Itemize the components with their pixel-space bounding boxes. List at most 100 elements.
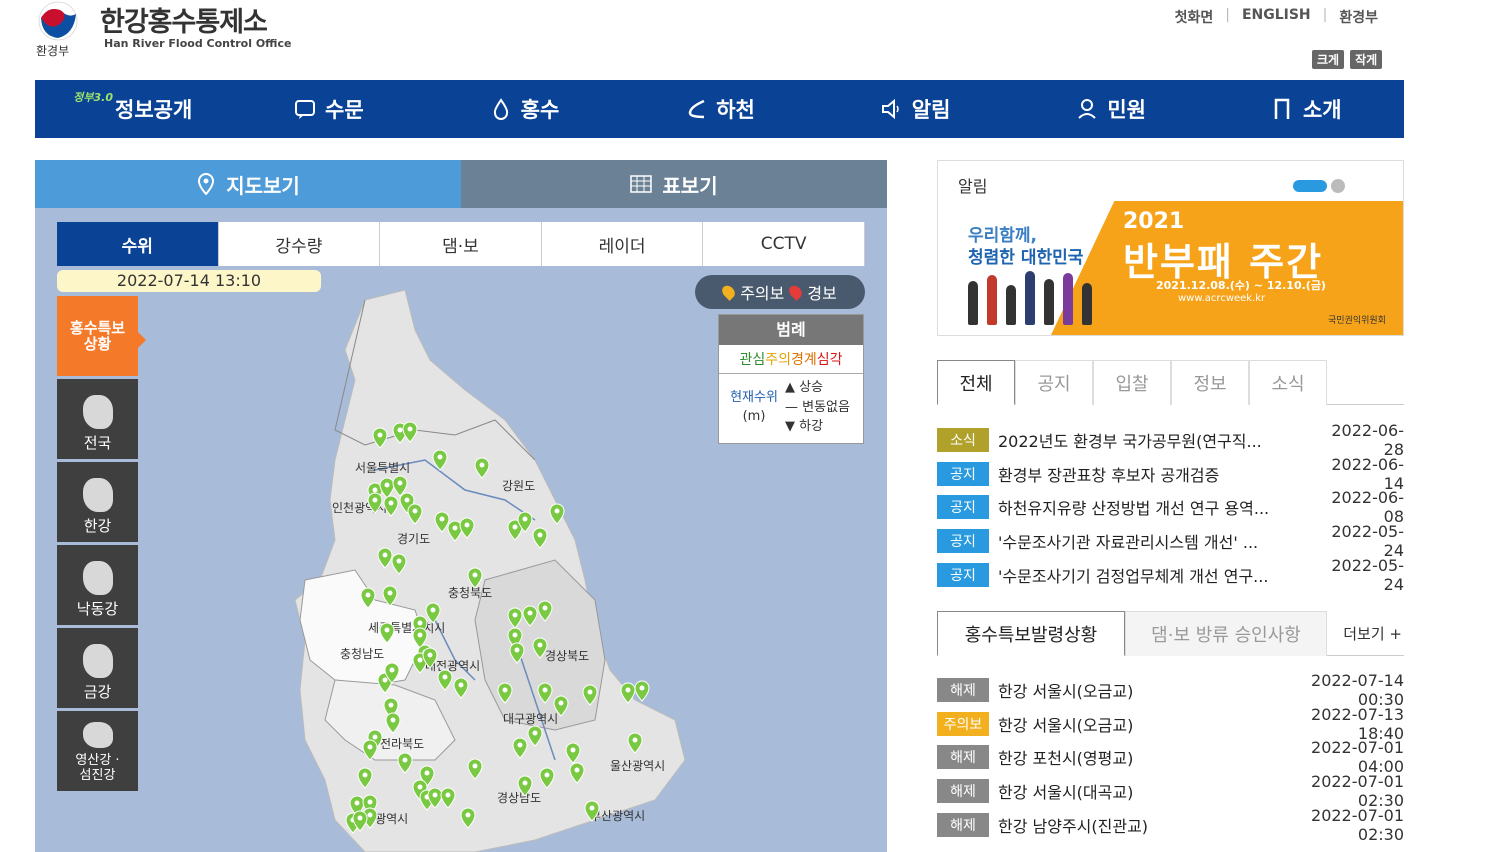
menu-yeongsan-river[interactable]: 영산강 · 섬진강: [57, 711, 138, 791]
station-marker-dot: [437, 454, 443, 460]
zoom-out-button[interactable]: 작게: [1350, 50, 1383, 69]
list-item[interactable]: 공지 하천유지유량 산정방법 개선 연구 용역... 2022-06-08: [937, 488, 1404, 526]
station-marker-dot: [439, 516, 445, 522]
item-title[interactable]: 한강 서울시(오금교): [998, 678, 1264, 702]
station-marker-dot: [367, 812, 373, 818]
item-date: 2022-07-01 02:30: [1311, 805, 1404, 844]
station-marker-dot: [465, 812, 471, 818]
nav-notice[interactable]: 알림: [817, 80, 1013, 138]
tab-info[interactable]: 정보: [1171, 360, 1249, 405]
zoom-in-button[interactable]: 크게: [1312, 50, 1345, 69]
tab-notice[interactable]: 공지: [1015, 360, 1093, 405]
tab-rainfall[interactable]: 강수량: [218, 222, 381, 266]
tab-news[interactable]: 소식: [1249, 360, 1327, 405]
list-item[interactable]: 해제 한강 서울시(오금교) 2022-07-14 00:30: [937, 671, 1404, 709]
tab-dam-release[interactable]: 댐·보 방류 승인사항: [1125, 611, 1327, 656]
item-title[interactable]: '수문조사기기 검정업무체계 개선 연구...: [998, 563, 1312, 587]
station-marker-dot: [365, 592, 371, 598]
station-marker-dot: [382, 552, 388, 558]
legend-current: 현재수위 (m): [723, 388, 785, 427]
legend-title: 범례: [719, 315, 863, 345]
list-item[interactable]: 해제 한강 남양주시(진관교) 2022-07-01 02:30: [937, 805, 1404, 844]
station-marker-dot: [390, 717, 396, 723]
region-label: 전라북도: [380, 737, 424, 751]
menu-han-river[interactable]: 한강: [57, 462, 138, 542]
station-marker-dot: [517, 742, 523, 748]
tab-bid[interactable]: 입찰: [1093, 360, 1171, 405]
item-title[interactable]: 하천유지유량 산정방법 개선 연구 용역...: [998, 495, 1312, 519]
list-item[interactable]: 소식 2022년도 환경부 국가공무원(연구직... 2022-06-28: [937, 420, 1404, 459]
region-label: 서울특별시: [355, 461, 410, 475]
current-level-label: 현재수위: [730, 389, 778, 405]
nav-civil[interactable]: 민원: [1013, 80, 1209, 138]
station-marker-dot: [396, 558, 402, 564]
station-marker-dot: [502, 687, 508, 693]
list-item[interactable]: 공지 '수문조사기관 자료관리시스템 개선' ... 2022-05-24: [937, 522, 1404, 560]
wave-icon: [688, 99, 705, 119]
tab-flood-warning[interactable]: 홍수특보발령상황: [937, 611, 1125, 656]
nav-info[interactable]: 정부3.0 정보공개: [35, 80, 231, 138]
item-date: 2022-06-14: [1331, 454, 1404, 493]
notice-title: 알림: [958, 177, 988, 196]
nav-flood[interactable]: 홍수: [426, 80, 622, 138]
nav-hydrology[interactable]: 수문: [231, 80, 427, 138]
pager-dot-active[interactable]: [1293, 180, 1327, 192]
item-title[interactable]: 한강 남양주시(진관교): [998, 813, 1264, 837]
util-home-link[interactable]: 첫화면: [1163, 7, 1226, 27]
item-title[interactable]: 환경부 장관표창 후보자 공개검증: [998, 462, 1312, 486]
list-item[interactable]: 공지 '수문조사기기 검정업무체계 개선 연구... 2022-05-24: [937, 556, 1404, 594]
nav-river[interactable]: 하천: [622, 80, 818, 138]
station-marker-dot: [625, 687, 631, 693]
banner-slogan: 청렴한 대한민국: [968, 248, 1084, 268]
station-marker-dot: [514, 647, 520, 653]
station-marker-dot: [589, 805, 595, 811]
station-marker-dot: [412, 508, 418, 514]
legend-body: 현재수위 (m) ▲ 상승 — 변동없음 ▼ 하강: [719, 374, 863, 441]
item-title[interactable]: 한강 포천시(영평교): [998, 745, 1264, 769]
item-date: 2022-06-28: [1331, 420, 1404, 459]
anticorruption-banner[interactable]: 우리함께, 청렴한 대한민국 2021 반부패 주간 2021.12.08.(수…: [938, 201, 1403, 335]
util-ministry-link[interactable]: 환경부: [1327, 7, 1390, 27]
item-title[interactable]: 2022년도 환경부 국가공무원(연구직...: [998, 428, 1312, 452]
more-link[interactable]: 더보기 +: [1343, 611, 1404, 655]
site-logo[interactable]: 환경부 한강홍수통제소 Han River Flood Control Offi…: [32, 0, 302, 64]
list-item[interactable]: 공지 환경부 장관표창 후보자 공개검증 2022-06-14: [937, 454, 1404, 493]
category-badge: 해제: [937, 778, 989, 803]
menu-geum-river[interactable]: 금강: [57, 628, 138, 708]
flood-tabs: 홍수특보발령상황 댐·보 방류 승인사항 더보기 +: [937, 611, 1404, 656]
tab-all[interactable]: 전체: [937, 360, 1015, 405]
station-marker-dot: [357, 815, 363, 821]
menu-nakdong-river[interactable]: 낙동강: [57, 545, 138, 625]
list-item[interactable]: 해제 한강 서울시(대곡교) 2022-07-01 02:30: [937, 772, 1404, 810]
menu-nationwide[interactable]: 전국: [57, 379, 138, 459]
item-title[interactable]: 한강 서울시(대곡교): [998, 779, 1264, 803]
tab-dam[interactable]: 댐·보: [380, 222, 542, 266]
tab-radar[interactable]: 레이더: [541, 222, 704, 266]
trend-fall: ▼ 하강: [785, 419, 824, 434]
item-title[interactable]: '수문조사기관 자료관리시스템 개선' ...: [998, 529, 1312, 553]
station-marker-dot: [397, 427, 403, 433]
station-marker-dot: [367, 744, 373, 750]
category-badge: 해제: [937, 677, 989, 702]
station-marker-dot: [432, 792, 438, 798]
station-marker-dot: [402, 757, 408, 763]
board-tabs: 전체 공지 입찰 정보 소식: [937, 360, 1404, 405]
station-marker[interactable]: [634, 680, 650, 702]
trend-none: — 변동없음: [785, 399, 850, 415]
tab-cctv[interactable]: CCTV: [703, 222, 865, 266]
list-item[interactable]: 주의보 한강 서울시(오금교) 2022-07-13 18:40: [937, 705, 1404, 743]
pager-dot[interactable]: [1331, 179, 1345, 193]
map-panel: 지도보기 표보기 서울특별시 강원도 인천광역시 경기도 충청북도 세종특별자치…: [35, 160, 887, 852]
list-item[interactable]: 해제 한강 포천시(영평교) 2022-07-01 04:00: [937, 738, 1404, 776]
region-label: 충청북도: [448, 586, 492, 600]
menu-label: 홍수특보 상황: [69, 318, 126, 353]
station-marker-dot: [558, 700, 564, 706]
tab-water-level[interactable]: 수위: [57, 222, 219, 266]
nav-about[interactable]: 소개: [1208, 80, 1404, 138]
banner-org: 국민권익위원회: [1328, 316, 1386, 326]
item-title[interactable]: 한강 서울시(오금교): [998, 712, 1264, 736]
menu-flood-status[interactable]: 홍수특보 상황: [57, 296, 146, 376]
station-marker-dot: [574, 767, 580, 773]
util-english-link[interactable]: ENGLISH: [1230, 7, 1323, 27]
region-label: 대구광역시: [503, 712, 558, 726]
